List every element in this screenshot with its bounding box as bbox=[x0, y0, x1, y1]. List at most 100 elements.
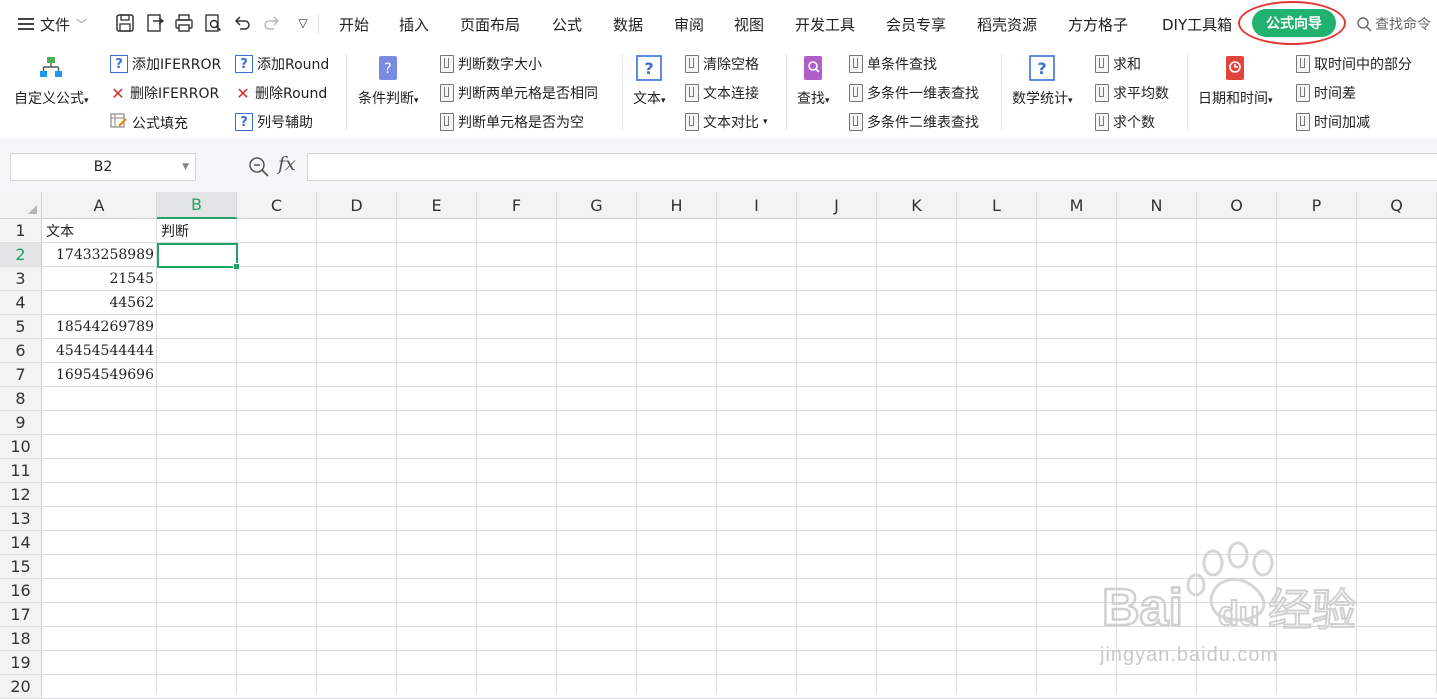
undo-icon[interactable] bbox=[231, 12, 253, 34]
quick-access-dropdown-icon[interactable]: ▽ bbox=[292, 12, 314, 34]
cell-a7[interactable]: 16954549696 bbox=[42, 363, 157, 387]
column-header-j[interactable]: J bbox=[797, 192, 877, 219]
tab-start[interactable]: 开始 bbox=[339, 14, 369, 35]
tab-insert[interactable]: 插入 bbox=[399, 14, 429, 35]
column-header-l[interactable]: L bbox=[957, 192, 1037, 219]
row-header-2[interactable]: 2 bbox=[0, 243, 42, 267]
single-lookup-button[interactable]: 单条件查找 bbox=[849, 54, 937, 74]
time-diff-button[interactable]: 时间差 bbox=[1296, 83, 1356, 103]
tab-docer[interactable]: 稻壳资源 bbox=[977, 14, 1037, 35]
column-header-h[interactable]: H bbox=[637, 192, 717, 219]
column-header-c[interactable]: C bbox=[237, 192, 317, 219]
judge-number-size-button[interactable]: 判断数字大小 bbox=[440, 54, 542, 74]
column-header-g[interactable]: G bbox=[557, 192, 637, 219]
multi-2d-lookup-button[interactable]: 多条件二维表查找 bbox=[849, 112, 979, 132]
search-command[interactable]: 查找命令 bbox=[1356, 14, 1431, 34]
cell-b1[interactable]: 判断 bbox=[157, 219, 237, 243]
text-join-button[interactable]: 文本连接 bbox=[685, 83, 759, 103]
zoom-icon[interactable] bbox=[248, 156, 270, 178]
column-header-b[interactable]: B bbox=[157, 192, 237, 219]
judge-cell-empty-button[interactable]: 判断单元格是否为空 bbox=[440, 112, 584, 132]
row-header-10[interactable]: 10 bbox=[0, 435, 42, 459]
row-header-13[interactable]: 13 bbox=[0, 507, 42, 531]
tab-review[interactable]: 审阅 bbox=[674, 14, 704, 35]
sum-button[interactable]: 求和 bbox=[1095, 54, 1141, 74]
column-header-p[interactable]: P bbox=[1277, 192, 1357, 219]
multi-1d-lookup-button[interactable]: 多条件一维表查找 bbox=[849, 83, 979, 103]
average-button[interactable]: 求平均数 bbox=[1095, 83, 1169, 103]
cell-a2[interactable]: 17433258989 bbox=[42, 243, 157, 267]
lookup-button[interactable]: 查找▾ bbox=[797, 54, 830, 108]
row-header-18[interactable]: 18 bbox=[0, 627, 42, 651]
tab-developer[interactable]: 开发工具 bbox=[795, 14, 855, 35]
add-iferror-button[interactable]: ? 添加IFERROR bbox=[110, 54, 221, 74]
file-menu[interactable]: 文件 ﹀ bbox=[18, 11, 87, 37]
text-compare-button[interactable]: 文本对比 ▾ bbox=[685, 112, 768, 132]
count-button[interactable]: 求个数 bbox=[1095, 112, 1155, 132]
column-header-q[interactable]: Q bbox=[1357, 192, 1437, 219]
select-all-corner[interactable] bbox=[0, 192, 42, 219]
tab-formula-wizard[interactable]: 公式向导 bbox=[1252, 9, 1336, 37]
column-header-d[interactable]: D bbox=[317, 192, 397, 219]
tab-page-layout[interactable]: 页面布局 bbox=[460, 14, 520, 35]
row-header-12[interactable]: 12 bbox=[0, 483, 42, 507]
column-header-n[interactable]: N bbox=[1117, 192, 1197, 219]
clear-spaces-button[interactable]: 清除空格 bbox=[685, 54, 759, 74]
time-add-button[interactable]: 时间加减 bbox=[1296, 112, 1370, 132]
tab-formulas[interactable]: 公式 bbox=[552, 14, 582, 35]
row-header-15[interactable]: 15 bbox=[0, 555, 42, 579]
custom-formula-button[interactable]: 自定义公式▾ bbox=[14, 54, 89, 108]
column-header-m[interactable]: M bbox=[1037, 192, 1117, 219]
tab-member[interactable]: 会员专享 bbox=[886, 14, 946, 35]
tab-diy-toolbox[interactable]: DIY工具箱 bbox=[1162, 14, 1232, 35]
tab-data[interactable]: 数据 bbox=[613, 14, 643, 35]
row-header-11[interactable]: 11 bbox=[0, 459, 42, 483]
print-preview-icon[interactable] bbox=[202, 12, 224, 34]
column-header-a[interactable]: A bbox=[42, 192, 157, 219]
column-header-e[interactable]: E bbox=[397, 192, 477, 219]
row-header-16[interactable]: 16 bbox=[0, 579, 42, 603]
redo-icon[interactable] bbox=[261, 12, 283, 34]
extract-time-part-button[interactable]: 取时间中的部分 bbox=[1296, 54, 1412, 74]
judge-two-cells-button[interactable]: 判断两单元格是否相同 bbox=[440, 83, 598, 103]
cell-a3[interactable]: 21545 bbox=[42, 267, 157, 291]
row-header-3[interactable]: 3 bbox=[0, 267, 42, 291]
row-header-1[interactable]: 1 bbox=[0, 219, 42, 243]
name-box[interactable]: B2 ▼ bbox=[10, 153, 196, 181]
formula-input[interactable] bbox=[307, 153, 1437, 181]
condition-judge-button[interactable]: ? 条件判断▾ bbox=[358, 54, 419, 108]
row-header-17[interactable]: 17 bbox=[0, 603, 42, 627]
column-helper-button[interactable]: ? 列号辅助 bbox=[235, 112, 313, 132]
row-header-20[interactable]: 20 bbox=[0, 675, 42, 699]
cell-a1[interactable]: 文本 bbox=[42, 219, 157, 243]
math-stats-button[interactable]: ? 数学统计▾ bbox=[1012, 54, 1073, 108]
column-header-f[interactable]: F bbox=[477, 192, 557, 219]
row-header-7[interactable]: 7 bbox=[0, 363, 42, 387]
formula-fill-button[interactable]: 公式填充 bbox=[110, 112, 188, 134]
row-header-8[interactable]: 8 bbox=[0, 387, 42, 411]
tab-view[interactable]: 视图 bbox=[734, 14, 764, 35]
row-header-9[interactable]: 9 bbox=[0, 411, 42, 435]
divider bbox=[786, 54, 787, 130]
column-header-i[interactable]: I bbox=[717, 192, 797, 219]
delete-round-button[interactable]: ✕ 删除Round bbox=[235, 83, 327, 103]
row-header-6[interactable]: 6 bbox=[0, 339, 42, 363]
cell-a5[interactable]: 18544269789 bbox=[42, 315, 157, 339]
print-icon[interactable] bbox=[173, 12, 195, 34]
row-header-14[interactable]: 14 bbox=[0, 531, 42, 555]
cell-a4[interactable]: 44562 bbox=[42, 291, 157, 315]
add-round-button[interactable]: ? 添加Round bbox=[235, 54, 329, 74]
row-header-19[interactable]: 19 bbox=[0, 651, 42, 675]
row-header-4[interactable]: 4 bbox=[0, 291, 42, 315]
text-button[interactable]: ? 文本▾ bbox=[633, 54, 666, 108]
row-header-5[interactable]: 5 bbox=[0, 315, 42, 339]
column-header-k[interactable]: K bbox=[877, 192, 957, 219]
delete-iferror-button[interactable]: ✕ 删除IFERROR bbox=[110, 83, 219, 103]
save-icon[interactable] bbox=[114, 12, 136, 34]
column-header-o[interactable]: O bbox=[1197, 192, 1277, 219]
fx-icon[interactable]: fx bbox=[278, 153, 296, 175]
export-icon[interactable] bbox=[144, 12, 166, 34]
tab-ffcell[interactable]: 方方格子 bbox=[1068, 14, 1128, 35]
cell-a6[interactable]: 45454544444 bbox=[42, 339, 157, 363]
date-time-button[interactable]: 日期和时间▾ bbox=[1198, 54, 1273, 108]
